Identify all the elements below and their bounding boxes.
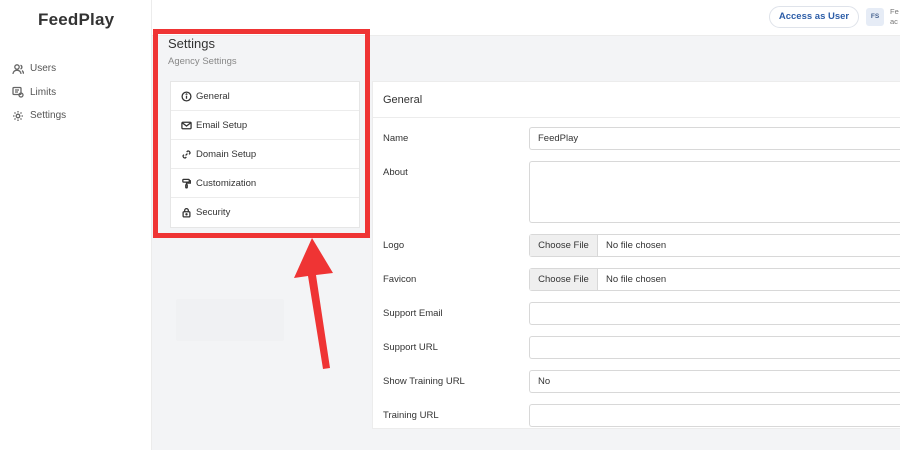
- logo-choose-file-button[interactable]: Choose File: [530, 235, 598, 256]
- name-input[interactable]: [530, 128, 900, 149]
- name-field[interactable]: [529, 127, 900, 150]
- user-name: Fe: [890, 7, 899, 16]
- support-email-label: Support Email: [383, 308, 443, 319]
- access-as-user-button[interactable]: Access as User: [769, 6, 859, 28]
- about-textarea[interactable]: [530, 162, 900, 222]
- about-field[interactable]: [529, 161, 900, 223]
- nav-item-settings[interactable]: Settings: [12, 104, 66, 128]
- show-training-url-select[interactable]: No: [529, 370, 900, 393]
- placeholder-box: [176, 299, 284, 341]
- nav-item-users[interactable]: Users: [12, 57, 66, 81]
- user-role: ac: [890, 17, 898, 26]
- nav-label: Settings: [30, 110, 67, 122]
- red-arrow: [294, 238, 333, 369]
- favicon-file-status: No file chosen: [606, 274, 667, 285]
- user-meta[interactable]: Fe ac: [890, 7, 900, 27]
- support-url-label: Support URL: [383, 342, 438, 353]
- form-title: General: [383, 94, 423, 106]
- name-label: Name: [383, 133, 409, 144]
- app-sidebar: FeedPlay Users Limits Settings: [0, 0, 152, 450]
- users-icon: [12, 63, 24, 74]
- logo-file-status: No file chosen: [606, 240, 667, 251]
- about-label: About: [383, 167, 408, 178]
- nav-label: Limits: [30, 86, 57, 98]
- nav-label: Users: [30, 63, 57, 75]
- general-form: General Name About Logo Choose File No f…: [372, 81, 900, 429]
- show-training-url-value: No: [538, 376, 551, 387]
- brand-logo[interactable]: FeedPlay: [38, 10, 114, 30]
- favicon-choose-file-button[interactable]: Choose File: [530, 269, 598, 290]
- logo-file-input[interactable]: Choose File No file chosen: [529, 234, 900, 257]
- nav-item-limits[interactable]: Limits: [12, 81, 66, 105]
- support-url-input[interactable]: [530, 337, 900, 358]
- limits-icon: [12, 87, 24, 98]
- gear-icon: [13, 110, 23, 121]
- highlight-box: [153, 29, 370, 238]
- training-url-field[interactable]: [529, 404, 900, 427]
- favicon-label: Favicon: [383, 274, 417, 285]
- support-url-field[interactable]: [529, 336, 900, 359]
- main-nav: Users Limits Settings: [12, 57, 66, 128]
- logo-label: Logo: [383, 240, 405, 251]
- show-training-url-label: Show Training URL: [383, 376, 465, 387]
- avatar[interactable]: FS: [866, 8, 884, 26]
- form-divider: [373, 117, 900, 118]
- support-email-field[interactable]: [529, 302, 900, 325]
- support-email-input[interactable]: [530, 303, 900, 324]
- training-url-label: Training URL: [383, 410, 439, 421]
- favicon-file-input[interactable]: Choose File No file chosen: [529, 268, 900, 291]
- training-url-input[interactable]: [530, 405, 900, 426]
